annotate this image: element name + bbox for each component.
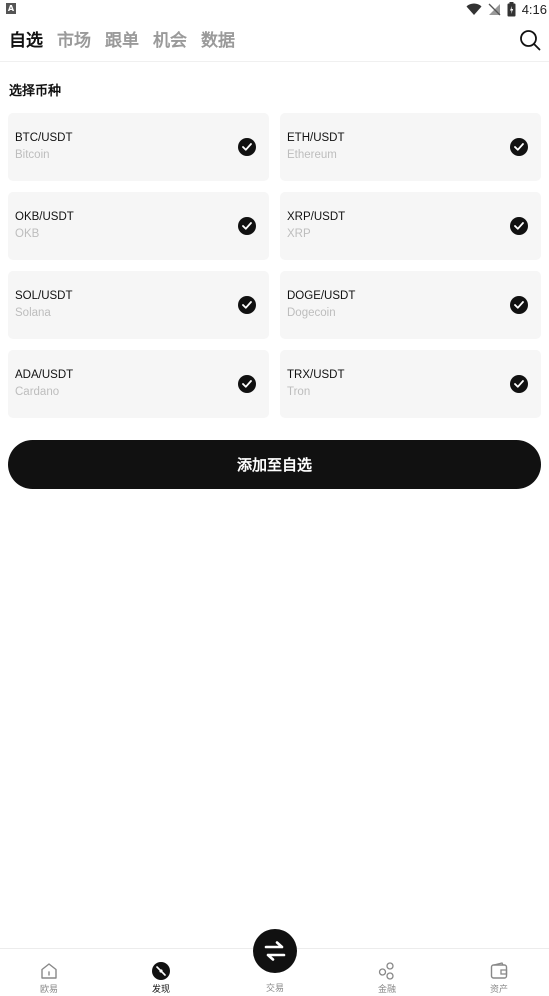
wallet-icon [490,962,508,979]
checkmark-icon[interactable] [510,296,528,314]
pair-card-okb[interactable]: OKB/USDT OKB [8,192,269,260]
pair-card-eth[interactable]: ETH/USDT Ethereum [280,113,541,181]
finance-icon [378,962,394,980]
checkmark-icon[interactable] [238,217,256,235]
checkmark-icon[interactable] [238,375,256,393]
discover-icon [152,962,170,980]
tab-market[interactable]: 市场 [57,28,91,54]
pair-name: Bitcoin [15,149,50,161]
nav-item-finance[interactable]: 金融 [357,961,417,995]
pair-name: Tron [287,386,311,398]
pair-name: Dogecoin [287,307,336,319]
nav-item-assets[interactable]: 资产 [469,961,529,995]
no-signal-icon [488,3,501,15]
top-nav: 自选 市场 跟单 机会 数据 [0,26,549,62]
pair-grid: BTC/USDT Bitcoin ETH/USDT Ethereum OKB/U… [8,113,541,418]
checkmark-icon[interactable] [510,138,528,156]
nav-label: 欧易 [39,985,58,995]
pair-symbol: BTC/USDT [15,132,73,144]
nav-item-discover[interactable]: 发现 [131,961,191,995]
wifi-icon [466,3,482,15]
pair-card-sol[interactable]: SOL/USDT Solana [8,271,269,339]
home-icon [41,963,57,979]
tab-data[interactable]: 数据 [201,28,235,54]
swap-icon [264,941,286,961]
app-notification-icon: A [6,3,16,14]
nav-label: 金融 [377,985,396,995]
pair-card-btc[interactable]: BTC/USDT Bitcoin [8,113,269,181]
clock: 4:16 [521,1,547,17]
status-icons: 4:16 [466,1,547,17]
add-to-watchlist-button[interactable]: 添加至自选 [8,440,541,489]
checkmark-icon[interactable] [510,217,528,235]
pair-card-xrp[interactable]: XRP/USDT XRP [280,192,541,260]
tab-watchlist[interactable]: 自选 [9,28,43,54]
pair-name: Ethereum [287,149,337,161]
checkmark-icon[interactable] [238,138,256,156]
pair-card-doge[interactable]: DOGE/USDT Dogecoin [280,271,541,339]
tab-opportunities[interactable]: 机会 [153,28,187,54]
status-bar: A 4:16 [0,0,549,18]
trade-button[interactable] [253,929,297,973]
pair-symbol: ADA/USDT [15,369,74,381]
nav-label: 发现 [151,985,170,995]
pair-symbol: XRP/USDT [287,211,346,223]
nav-label: 资产 [489,985,508,995]
pair-symbol: TRX/USDT [287,369,345,381]
pair-name: XRP [287,228,311,240]
nav-item-home[interactable]: 欧易 [19,961,79,995]
pair-card-trx[interactable]: TRX/USDT Tron [280,350,541,418]
tab-copy-trading[interactable]: 跟单 [105,28,139,54]
tab-bar: 自选 市场 跟单 机会 数据 [9,28,235,54]
pair-symbol: DOGE/USDT [287,290,356,302]
search-icon[interactable] [519,29,541,51]
pair-name: Cardano [15,386,60,398]
pair-symbol: OKB/USDT [15,211,74,223]
pair-symbol: ETH/USDT [287,132,345,144]
pair-name: Solana [15,307,51,319]
pair-name: OKB [15,228,40,240]
checkmark-icon[interactable] [510,375,528,393]
battery-icon [507,1,516,16]
pair-card-ada[interactable]: ADA/USDT Cardano [8,350,269,418]
nav-label-trade: 交易 [265,984,284,994]
pair-symbol: SOL/USDT [15,290,73,302]
checkmark-icon[interactable] [238,296,256,314]
section-title: 选择币种 [9,84,62,99]
